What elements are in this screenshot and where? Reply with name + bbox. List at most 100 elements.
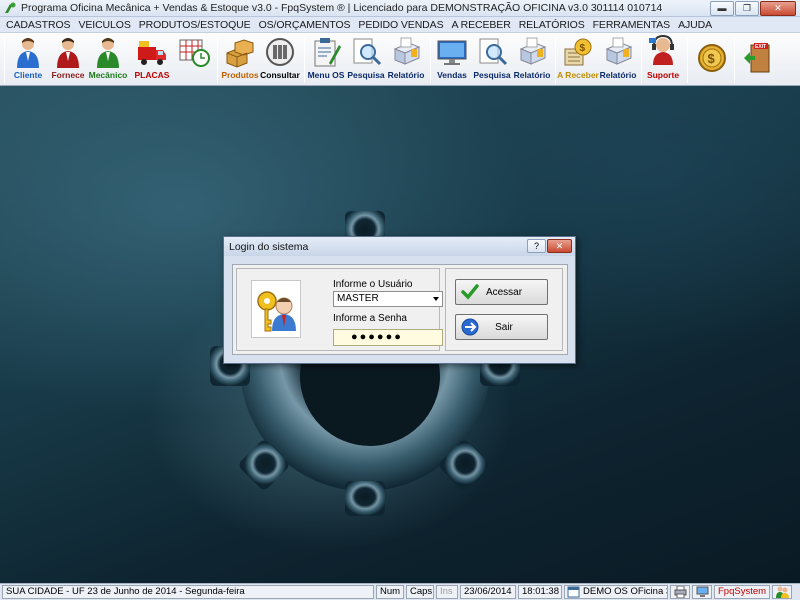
- svg-text:$: $: [580, 43, 586, 54]
- toolbar: Cliente Fornece Mecânico PLACAS Produtos…: [0, 33, 800, 86]
- printer-report-icon: [519, 37, 547, 65]
- customer-icon: [17, 38, 39, 68]
- toolbar-exit-button[interactable]: EXIT: [738, 35, 778, 83]
- toolbar-separator: [555, 36, 556, 83]
- toolbar-suporte-button[interactable]: Suporte: [643, 35, 683, 83]
- exit-door-icon: EXIT: [744, 43, 770, 73]
- app-window-icon: [567, 586, 580, 598]
- toolbar-fornece-button[interactable]: Fornece: [48, 35, 88, 83]
- dialog-body: Informe o Usuário MASTER Informe a Senha…: [232, 264, 568, 355]
- username-select[interactable]: MASTER: [333, 291, 443, 307]
- status-num: Num: [376, 585, 404, 599]
- toolbar-relatorio-receber-label: Relatório: [599, 70, 637, 80]
- status-time: 18:01:38: [518, 585, 562, 599]
- close-button[interactable]: ✕: [760, 0, 796, 16]
- printer-icon: [674, 586, 687, 598]
- toolbar-separator: [304, 36, 305, 83]
- computer-icon: [696, 586, 709, 597]
- chevron-down-icon: [433, 297, 439, 301]
- toolbar-pesquisa-vendas-label: Pesquisa: [473, 70, 511, 80]
- toolbar-produtos-label: Produtos: [221, 70, 259, 80]
- toolbar-separator: [687, 36, 688, 83]
- toolbar-pesquisa-os-button[interactable]: Pesquisa: [346, 35, 386, 83]
- login-button[interactable]: Acessar: [455, 279, 548, 305]
- password-label: Informe a Senha: [333, 313, 407, 324]
- actions-panel: Acessar Sair: [445, 268, 563, 351]
- toolbar-consultar-label: Consultar: [260, 70, 300, 80]
- toolbar-placas-button[interactable]: PLACAS: [132, 35, 172, 83]
- password-input[interactable]: ●●●●●●: [333, 329, 443, 346]
- money-calculator-icon: $: [564, 38, 592, 66]
- exit-button[interactable]: Sair: [455, 314, 548, 340]
- dialog-title: Login do sistema: [229, 240, 309, 253]
- status-caps: Caps: [406, 585, 434, 599]
- minimize-button[interactable]: ▬: [710, 0, 734, 16]
- barcode-icon: [266, 38, 294, 66]
- credentials-panel: Informe o Usuário MASTER Informe a Senha…: [236, 268, 443, 351]
- status-ins: Ins: [436, 585, 458, 599]
- toolbar-consultar-button[interactable]: Consultar: [260, 35, 300, 83]
- clipboard-pen-icon: [314, 38, 341, 67]
- window-title: Programa Oficina Mecânica + Vendas & Est…: [21, 2, 663, 14]
- menu-veiculos[interactable]: VEICULOS: [74, 19, 134, 31]
- toolbar-menu-os-button[interactable]: Menu OS: [306, 35, 346, 83]
- toolbar-pesquisa-vendas-button[interactable]: Pesquisa: [472, 35, 512, 83]
- toolbar-fornece-label: Fornece: [51, 70, 85, 80]
- menu-relatorios[interactable]: RELATÓRIOS: [515, 19, 589, 31]
- status-brand: FpqSystem: [714, 585, 770, 599]
- toolbar-relatorio-os-label: Relatório: [387, 70, 425, 80]
- toolbar-separator: [430, 36, 431, 83]
- toolbar-separator: [217, 36, 218, 83]
- monitor-icon: [437, 40, 467, 65]
- arrow-right-circle-icon: [461, 318, 479, 336]
- toolbar-relatorio-receber-button[interactable]: Relatório: [598, 35, 638, 83]
- exit-button-label: Sair: [495, 321, 513, 333]
- menu-pedido-vendas[interactable]: PEDIDO VENDAS: [354, 19, 447, 31]
- supplier-icon: [57, 38, 79, 68]
- toolbar-placas-label: PLACAS: [134, 70, 170, 80]
- toolbar-produtos-button[interactable]: Produtos: [220, 35, 260, 83]
- status-users[interactable]: [772, 585, 792, 599]
- checkmark-icon: [461, 284, 479, 300]
- toolbar-agenda-button[interactable]: [174, 35, 214, 83]
- toolbar-suporte-label: Suporte: [646, 70, 680, 80]
- toolbar-coin-button[interactable]: $: [692, 35, 732, 83]
- dialog-help-button[interactable]: ?: [527, 239, 546, 253]
- toolbar-pesquisa-os-label: Pesquisa: [347, 70, 385, 80]
- dialog-title-bar[interactable]: Login do sistema ? ✕: [224, 237, 575, 256]
- toolbar-mecanico-button[interactable]: Mecânico: [88, 35, 128, 83]
- toolbar-separator: [734, 36, 735, 83]
- toolbar-mecanico-label: Mecânico: [88, 70, 128, 80]
- toolbar-a-receber-button[interactable]: $ A Receber: [557, 35, 599, 83]
- title-bar: Programa Oficina Mecânica + Vendas & Est…: [0, 0, 800, 17]
- toolbar-vendas-button[interactable]: Vendas: [432, 35, 472, 83]
- menu-os-orcamentos[interactable]: OS/ORÇAMENTOS: [255, 19, 355, 31]
- menu-a-receber[interactable]: A RECEBER: [447, 19, 514, 31]
- toolbar-separator: [4, 36, 5, 83]
- menu-cadastros[interactable]: CADASTROS: [2, 19, 74, 31]
- login-avatar: [251, 280, 301, 338]
- status-app-label: DEMO OS OFicina 3.0: [583, 586, 667, 597]
- maximize-button[interactable]: ❐: [735, 0, 759, 16]
- dialog-close-button[interactable]: ✕: [547, 239, 572, 253]
- boxes-icon: [226, 39, 254, 68]
- app-icon: [5, 2, 16, 13]
- menu-produtos-estoque[interactable]: PRODUTOS/ESTOQUE: [135, 19, 255, 31]
- printer-report-icon: [605, 37, 633, 65]
- menu-ajuda[interactable]: AJUDA: [674, 19, 716, 31]
- coin-icon: $: [698, 44, 726, 72]
- toolbar-vendas-label: Vendas: [437, 70, 467, 80]
- login-button-label: Acessar: [485, 286, 523, 298]
- username-value: MASTER: [337, 293, 379, 304]
- toolbar-menu-os-label: Menu OS: [307, 70, 345, 80]
- toolbar-relatorio-os-button[interactable]: Relatório: [386, 35, 426, 83]
- status-date: 23/06/2014: [460, 585, 516, 599]
- toolbar-relatorio-vendas-button[interactable]: Relatório: [512, 35, 552, 83]
- status-computer[interactable]: [692, 585, 712, 599]
- toolbar-cliente-label: Cliente: [13, 70, 43, 80]
- calendar-clock-icon: [179, 39, 210, 67]
- status-printer[interactable]: [670, 585, 690, 599]
- support-headset-icon: [649, 35, 674, 65]
- toolbar-cliente-button[interactable]: Cliente: [8, 35, 48, 83]
- menu-ferramentas[interactable]: FERRAMENTAS: [589, 19, 674, 31]
